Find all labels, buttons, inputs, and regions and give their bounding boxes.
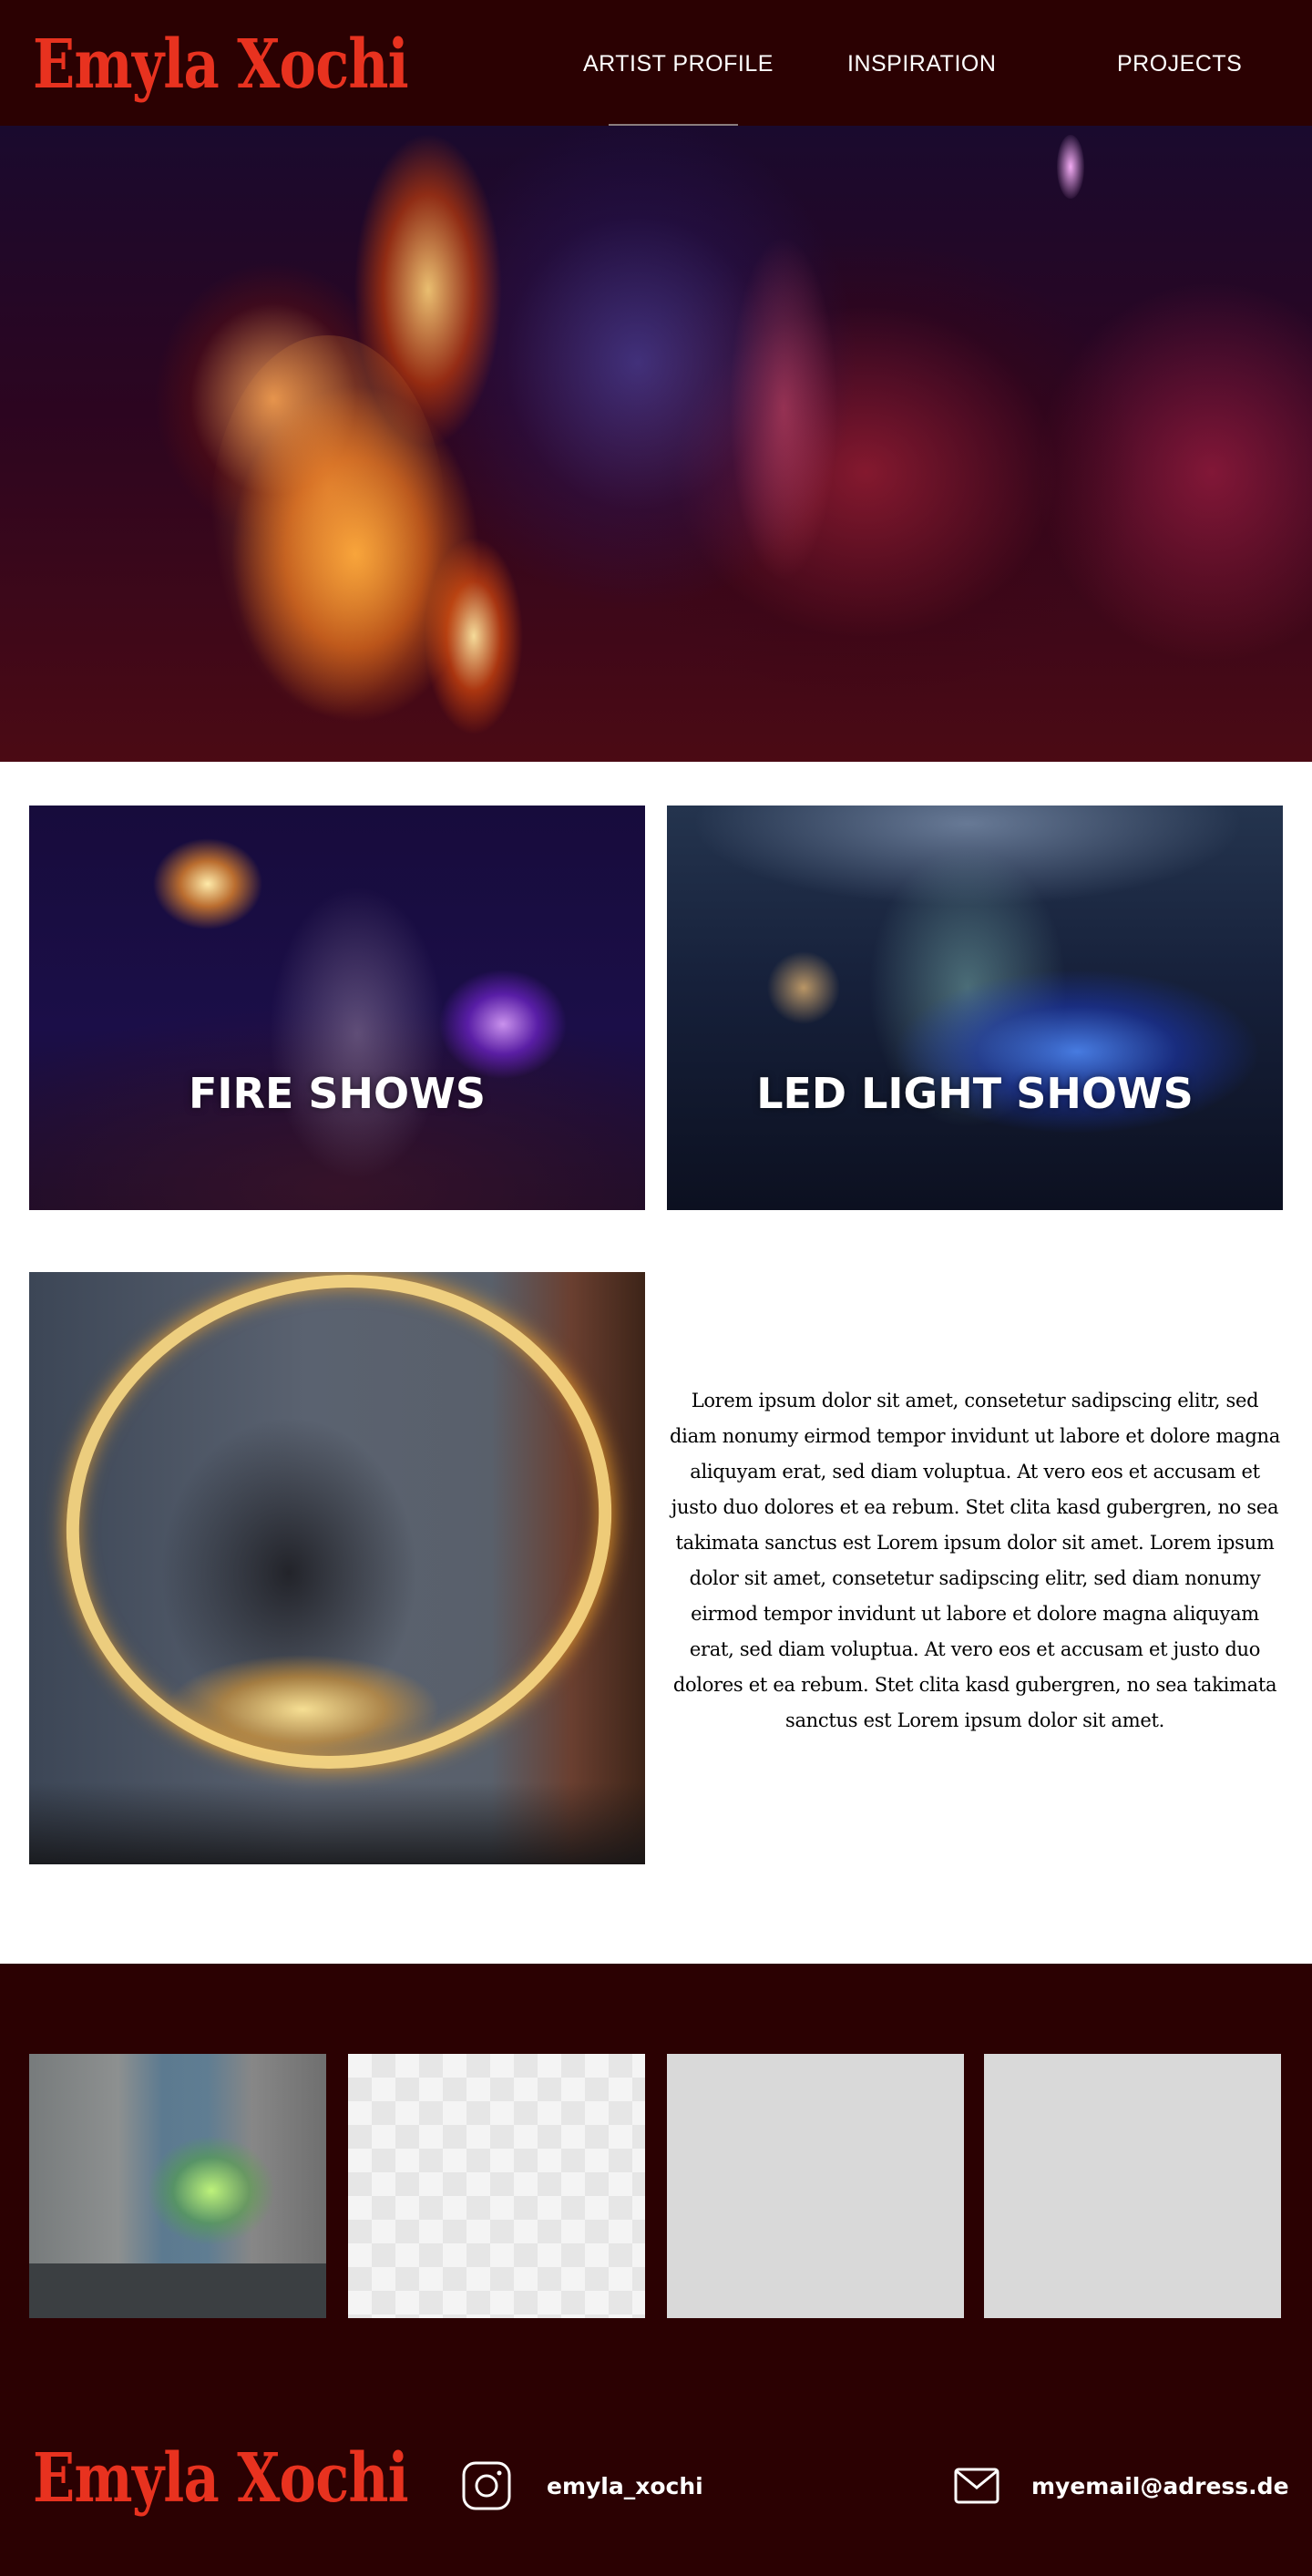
led-light-shows-title: LED LIGHT SHOWS bbox=[756, 1069, 1194, 1118]
email-address: myemail@adress.de bbox=[1031, 2472, 1289, 2499]
email-link[interactable]: myemail@adress.de bbox=[951, 2460, 1289, 2511]
fire-shows-title: FIRE SHOWS bbox=[189, 1069, 486, 1118]
fire-ring-graphic bbox=[29, 1272, 645, 1811]
site-logo[interactable]: Emyla Xochi bbox=[33, 24, 409, 106]
mail-icon bbox=[951, 2460, 1002, 2511]
fire-shows-card[interactable]: FIRE SHOWS bbox=[29, 806, 645, 1210]
page: Emyla Xochi ARTIST PROFILE INSPIRATION P… bbox=[0, 0, 1312, 2576]
hero-image bbox=[0, 126, 1312, 762]
footer-section: Emyla Xochi emyla_xochi myemail@adress.d… bbox=[0, 1964, 1312, 2576]
gallery-thumbnail-placeholder[interactable] bbox=[984, 2054, 1281, 2318]
gallery-thumbnail-placeholder[interactable] bbox=[667, 2054, 964, 2318]
site-header: Emyla Xochi ARTIST PROFILE INSPIRATION P… bbox=[0, 0, 1312, 126]
led-light-shows-card[interactable]: LED LIGHT SHOWS bbox=[667, 806, 1283, 1210]
gallery-thumbnail[interactable] bbox=[29, 2054, 326, 2318]
gallery-thumbnail-placeholder[interactable] bbox=[348, 2054, 645, 2318]
feature-image bbox=[29, 1272, 645, 1864]
instagram-link[interactable]: emyla_xochi bbox=[461, 2460, 703, 2511]
nav-projects[interactable]: PROJECTS bbox=[1117, 46, 1242, 82]
instagram-icon bbox=[461, 2460, 512, 2511]
about-text: Lorem ipsum dolor sit amet, consetetur s… bbox=[670, 1390, 1280, 1731]
nav-artist-profile[interactable]: ARTIST PROFILE bbox=[583, 46, 774, 82]
instagram-handle: emyla_xochi bbox=[547, 2472, 703, 2499]
nav-inspiration[interactable]: INSPIRATION bbox=[847, 46, 996, 82]
footer-logo[interactable]: Emyla Xochi bbox=[33, 2437, 409, 2520]
